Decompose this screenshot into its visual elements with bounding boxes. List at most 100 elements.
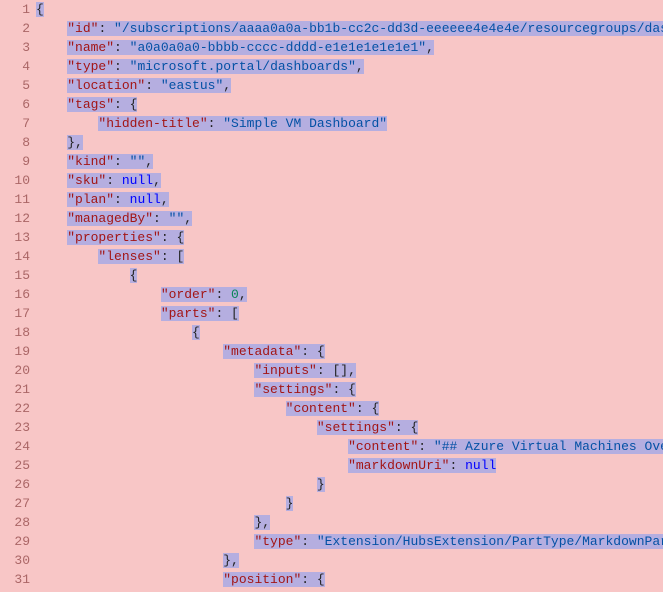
token-pun: { [192,325,200,340]
token-pun: }, [254,515,270,530]
code-line[interactable]: "id": "/subscriptions/aaaa0a0a-bb1b-cc2c… [36,19,663,38]
token-nul: null [465,458,496,473]
code-line[interactable]: } [36,475,663,494]
token-pun: : [449,458,465,473]
indent [36,515,254,530]
indent [36,97,67,112]
highlighted-text: } [317,477,325,492]
token-pun: } [286,496,294,511]
code-line[interactable]: "sku": null, [36,171,663,190]
line-number: 24 [0,437,30,456]
line-number: 11 [0,190,30,209]
code-line[interactable]: { [36,323,663,342]
line-number: 5 [0,76,30,95]
line-number: 1 [0,0,30,19]
indent [36,154,67,169]
code-line[interactable]: } [36,494,663,513]
highlighted-text: "location": "eastus", [67,78,231,93]
token-pun: : { [301,344,324,359]
token-pun: : [114,154,130,169]
token-pun: , [153,173,161,188]
highlighted-text: "sku": null, [67,173,161,188]
token-key: "id" [67,21,98,36]
highlighted-text: "order": 0, [161,287,247,302]
token-pun: : [106,173,122,188]
highlighted-text: "metadata": { [223,344,324,359]
line-number: 28 [0,513,30,532]
token-pun: : [153,211,169,226]
code-line[interactable]: "kind": "", [36,152,663,171]
code-line[interactable]: "settings": { [36,418,663,437]
token-nul: null [122,173,153,188]
code-line[interactable]: "tags": { [36,95,663,114]
code-line[interactable]: "content": { [36,399,663,418]
indent [36,116,98,131]
indent [36,382,254,397]
code-line[interactable]: "type": "microsoft.portal/dashboards", [36,57,663,76]
code-line[interactable]: "markdownUri": null [36,456,663,475]
indent [36,59,67,74]
code-line[interactable]: "position": { [36,570,663,589]
code-line[interactable]: "managedBy": "", [36,209,663,228]
highlighted-text: "settings": { [317,420,418,435]
token-str: "a0a0a0a0-bbbb-cccc-dddd-e1e1e1e1e1e1" [130,40,426,55]
token-pun: , [223,78,231,93]
highlighted-text: "id": "/subscriptions/aaaa0a0a-bb1b-cc2c… [67,21,663,36]
token-str: "## Azure Virtual Machines Over [434,439,663,454]
code-line[interactable]: }, [36,133,663,152]
token-num: 0 [231,287,239,302]
token-str: "" [130,154,146,169]
line-number: 20 [0,361,30,380]
token-key: "kind" [67,154,114,169]
token-pun: : [], [317,363,356,378]
highlighted-text: } [286,496,294,511]
indent [36,230,67,245]
token-key: "type" [67,59,114,74]
token-key: "plan" [67,192,114,207]
code-line[interactable]: }, [36,551,663,570]
code-area[interactable]: { "id": "/subscriptions/aaaa0a0a-bb1b-cc… [36,0,663,592]
indent [36,325,192,340]
code-line[interactable]: "location": "eastus", [36,76,663,95]
code-line[interactable]: "order": 0, [36,285,663,304]
code-line[interactable]: }, [36,513,663,532]
code-editor[interactable]: 1234567891011121314151617181920212223242… [0,0,663,592]
code-line[interactable]: { [36,0,663,19]
code-line[interactable]: "hidden-title": "Simple VM Dashboard" [36,114,663,133]
line-number: 4 [0,57,30,76]
token-pun: : [114,40,130,55]
code-line[interactable]: "properties": { [36,228,663,247]
token-key: "lenses" [98,249,160,264]
indent [36,344,223,359]
highlighted-text: "kind": "", [67,154,153,169]
code-line[interactable]: "lenses": [ [36,247,663,266]
indent [36,553,223,568]
code-line[interactable]: "parts": [ [36,304,663,323]
indent [36,135,67,150]
line-number: 9 [0,152,30,171]
code-line[interactable]: "plan": null, [36,190,663,209]
highlighted-text: { [130,268,138,283]
token-pun: }, [67,135,83,150]
code-line[interactable]: { [36,266,663,285]
highlighted-text: "properties": { [67,230,184,245]
indent [36,78,67,93]
code-line[interactable]: "inputs": [], [36,361,663,380]
token-key: "inputs" [254,363,316,378]
token-key: "tags" [67,97,114,112]
token-key: "settings" [254,382,332,397]
line-number: 29 [0,532,30,551]
token-str: "Extension/HubsExtension/PartType/Markdo… [317,534,663,549]
token-key: "metadata" [223,344,301,359]
code-line[interactable]: "metadata": { [36,342,663,361]
line-number: 22 [0,399,30,418]
code-line[interactable]: "settings": { [36,380,663,399]
code-line[interactable]: "name": "a0a0a0a0-bbbb-cccc-dddd-e1e1e1e… [36,38,663,57]
token-key: "content" [286,401,356,416]
code-line[interactable]: "content": "## Azure Virtual Machines Ov… [36,437,663,456]
indent [36,572,223,587]
indent [36,211,67,226]
highlighted-text: { [36,2,44,17]
code-line[interactable]: "type": "Extension/HubsExtension/PartTyp… [36,532,663,551]
line-number: 18 [0,323,30,342]
